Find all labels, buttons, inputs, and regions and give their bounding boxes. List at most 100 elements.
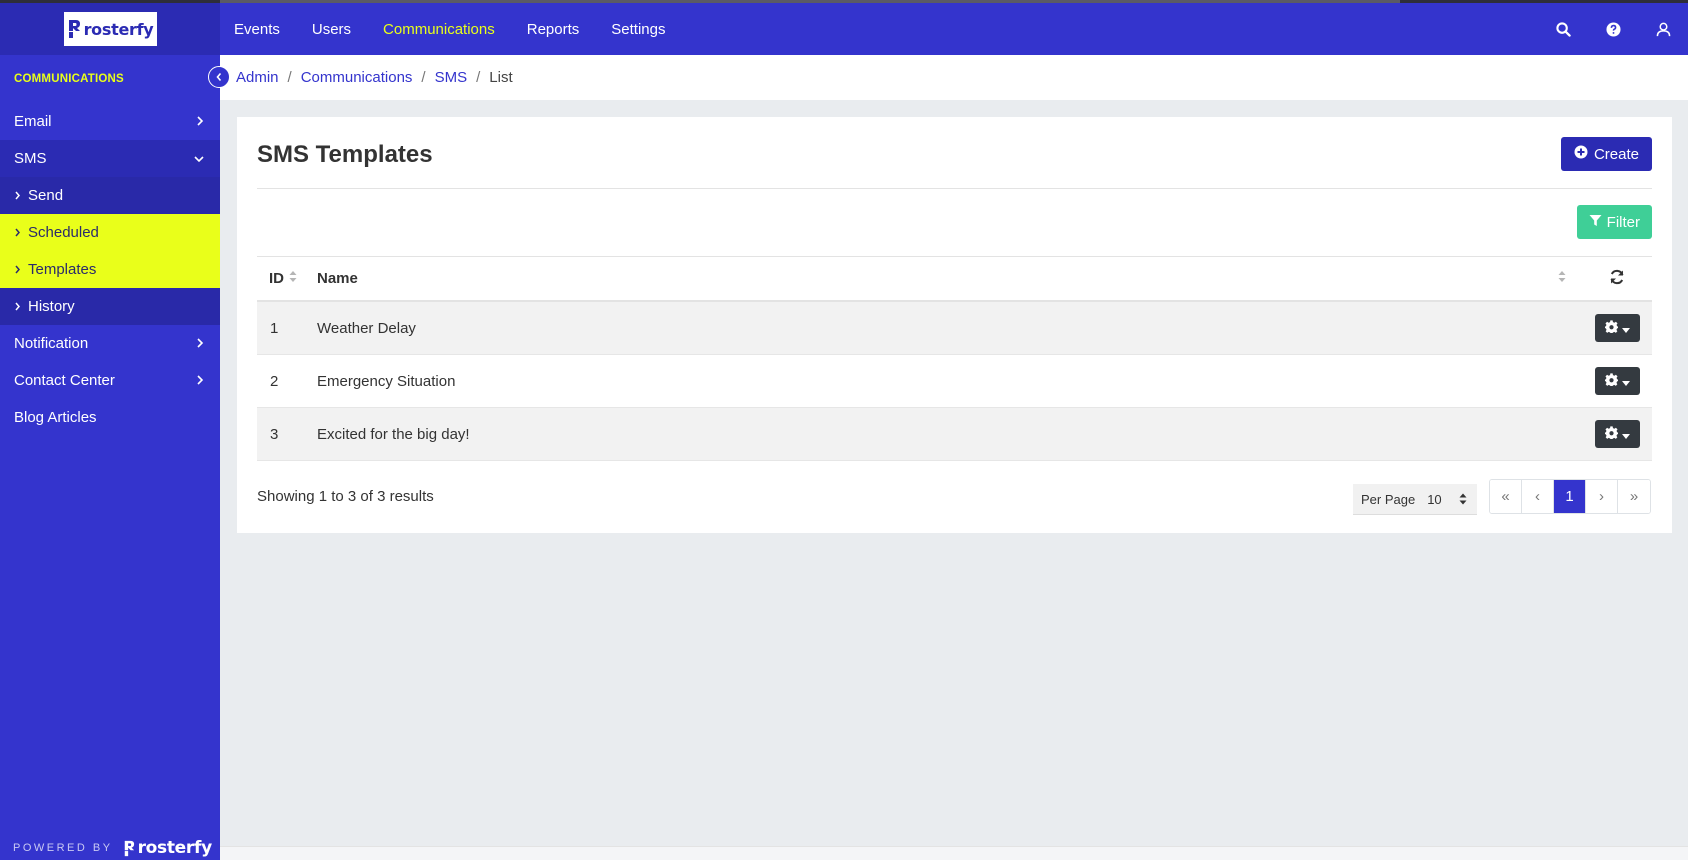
column-header-name-label: Name: [317, 270, 358, 287]
plus-circle-icon: [1574, 145, 1588, 163]
cell-id: 2: [270, 372, 279, 390]
gear-icon: [1604, 425, 1618, 443]
chevron-right-icon: [14, 224, 21, 241]
chevron-left-icon: [215, 69, 223, 86]
sort-icon: [289, 270, 297, 287]
app-logo[interactable]: rosterfy: [63, 12, 157, 46]
powered-by-logo: rosterfy: [123, 838, 212, 858]
powered-by: POWERED BY rosterfy: [13, 836, 212, 860]
sidebar-collapse-button[interactable]: [208, 66, 230, 88]
content-card: SMS Templates Create Filter ID Name 1 We…: [237, 117, 1672, 533]
sidebar-subitem-label: Send: [28, 187, 64, 204]
sidebar-item-sms[interactable]: SMS: [0, 140, 220, 177]
select-arrows-icon: [1459, 493, 1467, 505]
breadcrumb-separator: /: [421, 69, 426, 86]
breadcrumb: Admin / Communications / SMS / List: [220, 55, 1688, 100]
cell-id: 1: [270, 319, 279, 337]
nav-item-reports[interactable]: Reports: [511, 21, 596, 38]
per-page-value: 10: [1427, 491, 1442, 507]
help-icon[interactable]: [1588, 21, 1638, 37]
create-button-label: Create: [1593, 145, 1639, 163]
cell-name[interactable]: Excited for the big day!: [317, 426, 1582, 443]
per-page-label: Per Page: [1361, 491, 1416, 507]
caret-down-icon: [1621, 373, 1630, 390]
sidebar-subitem-send[interactable]: Send: [0, 177, 220, 214]
pagination: « ‹ 1 › »: [1489, 479, 1651, 514]
pagination-first[interactable]: «: [1490, 480, 1522, 513]
sort-icon: [1558, 270, 1566, 287]
chevron-right-icon: [196, 335, 204, 352]
nav-icons: [1538, 3, 1688, 55]
divider: [257, 188, 1652, 189]
sidebar-item-contact-center[interactable]: Contact Center: [0, 362, 220, 399]
refresh-button[interactable]: [1582, 269, 1652, 289]
search-icon[interactable]: [1538, 21, 1588, 37]
rosterfy-logo-icon: [124, 840, 134, 856]
cell-name[interactable]: Emergency Situation: [317, 373, 1582, 390]
sidebar-subitem-label: Templates: [28, 261, 97, 278]
sidebar-item-label: Email: [14, 113, 52, 130]
chevron-right-icon: [196, 113, 204, 130]
create-button[interactable]: Create: [1560, 137, 1652, 171]
row-actions-button[interactable]: [1594, 420, 1640, 448]
column-header-name[interactable]: Name: [317, 270, 1582, 287]
chevron-right-icon: [14, 187, 21, 204]
cell-name[interactable]: Weather Delay: [317, 320, 1582, 337]
table-row: 2 Emergency Situation: [257, 355, 1652, 408]
caret-down-icon: [1621, 426, 1630, 443]
powered-by-logo-text: rosterfy: [137, 838, 213, 858]
filter-button[interactable]: Filter: [1576, 205, 1652, 239]
sidebar-item-label: Notification: [14, 335, 89, 352]
sidebar-subitem-scheduled[interactable]: Scheduled: [0, 214, 220, 251]
sidebar-item-blog-articles[interactable]: Blog Articles: [0, 399, 220, 436]
logo-text: rosterfy: [83, 19, 154, 39]
sidebar-subitem-templates[interactable]: Templates: [0, 251, 220, 288]
sidebar-subitem-label: History: [28, 298, 75, 315]
top-nav: Events Users Communications Reports Sett…: [220, 3, 1688, 55]
breadcrumb-admin[interactable]: Admin: [236, 69, 279, 86]
gear-icon: [1604, 372, 1618, 390]
sidebar-section-title: COMMUNICATIONS: [14, 73, 124, 85]
sidebar-item-notification[interactable]: Notification: [0, 325, 220, 362]
nav-item-communications[interactable]: Communications: [367, 21, 511, 38]
sidebar-item-email[interactable]: Email: [0, 103, 220, 140]
column-header-id[interactable]: ID: [257, 270, 317, 287]
sidebar-subitem-label: Scheduled: [28, 224, 99, 241]
refresh-icon: [1609, 269, 1625, 289]
filter-icon: [1589, 214, 1602, 231]
pagination-prev[interactable]: ‹: [1522, 480, 1554, 513]
nav-item-users[interactable]: Users: [296, 21, 367, 38]
per-page-select[interactable]: Per Page 10: [1353, 484, 1477, 515]
nav-item-settings[interactable]: Settings: [595, 21, 681, 38]
row-actions-button[interactable]: [1594, 367, 1640, 395]
table-row: 1 Weather Delay: [257, 302, 1652, 355]
pagination-next[interactable]: ›: [1586, 480, 1618, 513]
user-icon[interactable]: [1638, 22, 1688, 37]
row-actions-cell: [1582, 314, 1652, 342]
cell-id: 3: [270, 425, 279, 443]
row-actions-cell: [1582, 367, 1652, 395]
sidebar-item-label: Blog Articles: [14, 409, 97, 426]
column-header-id-label: ID: [269, 270, 284, 287]
chevron-down-icon: [194, 150, 204, 167]
pagination-page-1[interactable]: 1: [1554, 480, 1586, 513]
table-header: ID Name: [257, 256, 1652, 302]
powered-by-text: POWERED BY: [13, 842, 113, 854]
pagination-last[interactable]: »: [1618, 480, 1650, 513]
breadcrumb-separator: /: [476, 69, 481, 86]
sidebar-subitem-history[interactable]: History: [0, 288, 220, 325]
row-actions-button[interactable]: [1594, 314, 1640, 342]
breadcrumb-separator: /: [287, 69, 292, 86]
footer: [220, 846, 1688, 860]
nav-item-events[interactable]: Events: [220, 21, 296, 38]
chevron-right-icon: [196, 372, 204, 389]
page-title: SMS Templates: [257, 141, 433, 168]
chevron-right-icon: [14, 298, 21, 315]
gear-icon: [1604, 319, 1618, 337]
rosterfy-logo-icon: [67, 19, 81, 39]
filter-button-label: Filter: [1606, 213, 1640, 231]
sidebar: rosterfy COMMUNICATIONS Email SMS Send S…: [0, 3, 220, 860]
breadcrumb-sms[interactable]: SMS: [435, 69, 468, 86]
breadcrumb-communications[interactable]: Communications: [301, 69, 413, 86]
results-summary: Showing 1 to 3 of 3 results: [257, 488, 434, 505]
